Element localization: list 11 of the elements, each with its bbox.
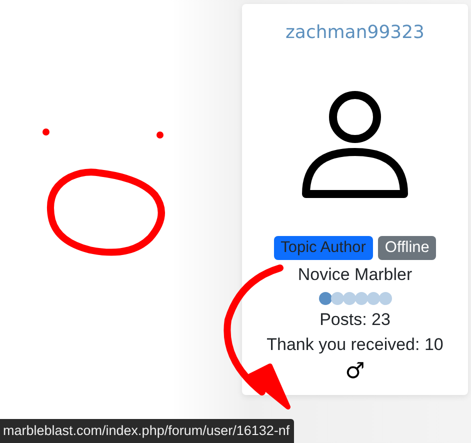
- annotation-dot: [42, 128, 50, 136]
- role-badge: Offline: [378, 236, 436, 260]
- status-bar-url: marbleblast.com/index.php/forum/user/16132-nf: [0, 419, 294, 443]
- rank-title: Novice Marbler: [298, 265, 412, 285]
- thanks-count: Thank you received: 10: [266, 335, 444, 355]
- annotation-dot: [156, 132, 164, 138]
- post-count: Posts: 23: [320, 310, 390, 330]
- male-icon: ♂: [345, 359, 365, 384]
- user-avatar-icon: [300, 90, 410, 200]
- username-link[interactable]: zachman99323: [285, 22, 425, 43]
- role-badge: Topic Author: [274, 236, 373, 260]
